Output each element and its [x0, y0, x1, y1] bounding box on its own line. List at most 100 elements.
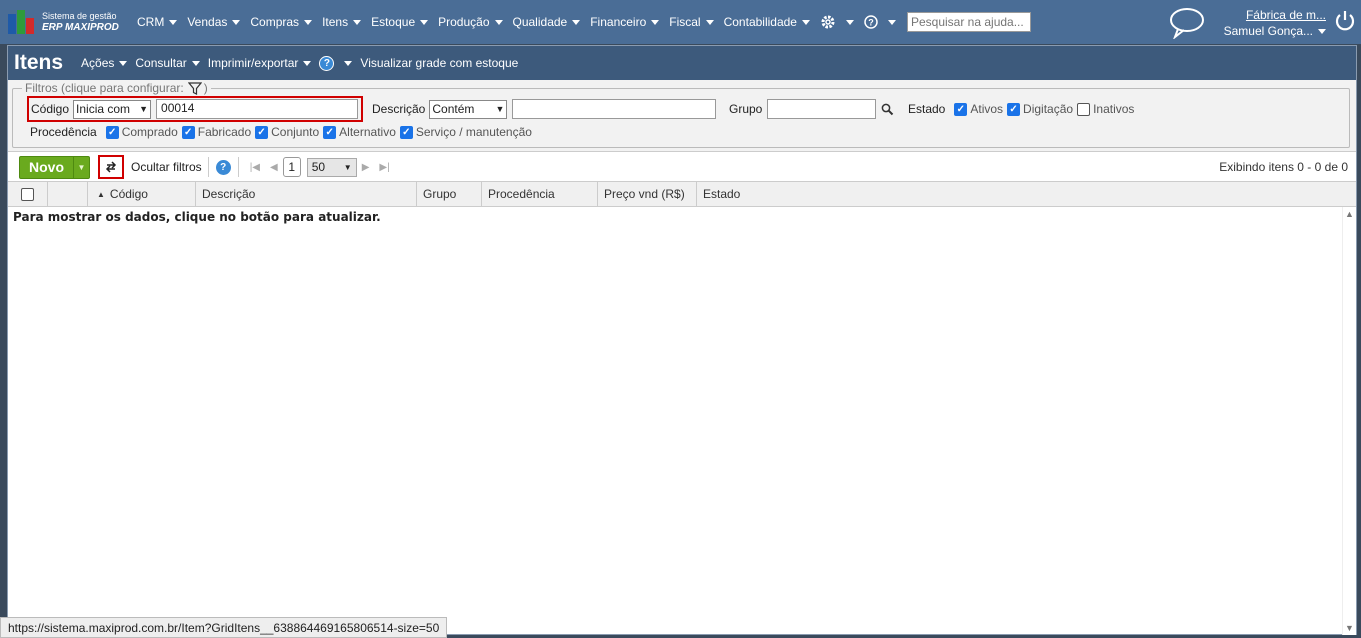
proc-comprado-label: Comprado: [121, 125, 178, 139]
chevron-down-icon: [572, 19, 581, 25]
codigo-mode-select[interactable]: Inicia com ▼: [73, 99, 152, 119]
empty-grid-message: Para mostrar os dados, clique no botão p…: [13, 210, 381, 224]
nav-estoque[interactable]: Estoque: [366, 15, 433, 29]
items-panel: Itens Ações Consultar Imprimir/exportar …: [7, 45, 1357, 635]
brand-line2: ERP MAXIPROD: [42, 22, 119, 33]
menu-visualizar-grade[interactable]: Visualizar grade com estoque: [360, 56, 518, 70]
nav-settings[interactable]: [815, 14, 859, 30]
first-page-icon[interactable]: |◀: [250, 162, 260, 173]
page-titlebar: Itens Ações Consultar Imprimir/exportar …: [8, 46, 1356, 80]
menu-consultar[interactable]: Consultar: [135, 56, 200, 70]
chevron-down-icon: [651, 19, 660, 25]
brand-line1: Sistema de gestão: [42, 11, 117, 21]
proc-comprado-checkbox[interactable]: ✓: [105, 125, 119, 139]
descricao-label: Descrição: [372, 102, 426, 116]
chevron-down-icon: ▼: [77, 162, 86, 172]
chevron-down-icon: [304, 19, 313, 25]
proc-conjunto-checkbox[interactable]: ✓: [255, 125, 269, 139]
search-icon[interactable]: [881, 103, 894, 116]
sort-asc-icon: ▲: [97, 189, 105, 199]
proc-conjunto-label: Conjunto: [271, 125, 320, 139]
proc-alternativo-checkbox[interactable]: ✓: [323, 125, 337, 139]
filters-area: Filtros (clique para configurar: ) Códig…: [8, 80, 1356, 152]
chat-icon[interactable]: [1168, 7, 1206, 39]
browser-status-url: https://sistema.maxiprod.com.br/Item?Gri…: [0, 617, 448, 638]
nav-crm[interactable]: CRM: [132, 15, 182, 29]
novo-button[interactable]: Novo ▼: [19, 155, 90, 179]
nav-fiscal[interactable]: Fiscal: [664, 15, 718, 29]
scroll-down-icon[interactable]: ▼: [1345, 623, 1354, 633]
estado-inativos-checkbox[interactable]: [1077, 102, 1091, 116]
items-count: Exibindo itens 0 - 0 de 0: [1219, 160, 1348, 174]
filters-legend[interactable]: Filtros (clique para configurar: ): [22, 81, 211, 95]
select-all-cell: [8, 182, 48, 206]
proc-servico-checkbox[interactable]: ✓: [399, 125, 413, 139]
chevron-down-icon: [353, 19, 362, 25]
brand-logo[interactable]: Sistema de gestão ERP MAXIPROD: [8, 10, 128, 34]
page-size-select[interactable]: 50 ▼: [306, 157, 357, 177]
chevron-down-icon: [887, 19, 896, 25]
nav-itens[interactable]: Itens: [317, 15, 366, 29]
refresh-button[interactable]: [98, 155, 124, 179]
proc-fabricado-checkbox[interactable]: ✓: [181, 125, 195, 139]
user-menu[interactable]: Samuel Gonça...: [1220, 24, 1326, 38]
refresh-icon: [105, 161, 117, 173]
maxiprod-logo-icon: [8, 10, 38, 34]
menu-imprimir-exportar[interactable]: Imprimir/exportar: [208, 56, 312, 70]
novo-dropdown[interactable]: ▼: [73, 156, 89, 178]
help-icon[interactable]: ?: [214, 158, 232, 176]
gear-icon: [821, 15, 835, 29]
hide-filters-button[interactable]: Ocultar filtros: [131, 160, 202, 174]
chevron-down-icon: [119, 60, 128, 66]
company-link[interactable]: Fábrica de m...: [1220, 8, 1326, 22]
help-search-input[interactable]: [906, 12, 1031, 32]
col-codigo[interactable]: ▲ Código: [88, 182, 196, 206]
descricao-input[interactable]: [512, 99, 717, 119]
chevron-down-icon: [191, 60, 200, 66]
proc-servico-label: Serviço / manutenção: [415, 125, 532, 139]
scroll-up-icon[interactable]: ▲: [1345, 209, 1354, 219]
estado-digitacao-checkbox[interactable]: ✓: [1007, 102, 1021, 116]
help-icon: ?: [864, 15, 878, 29]
col-grupo[interactable]: Grupo: [417, 182, 482, 206]
prev-page-icon[interactable]: ◀: [270, 162, 278, 173]
col-preco-vnd[interactable]: Preço vnd (R$): [598, 182, 697, 206]
codigo-input[interactable]: 00014: [156, 99, 359, 119]
chevron-down-icon: ▼: [343, 162, 352, 172]
nav-vendas[interactable]: Vendas: [182, 15, 245, 29]
actions-column: [48, 182, 88, 206]
nav-compras[interactable]: Compras: [245, 15, 317, 29]
nav-contabilidade[interactable]: Contabilidade: [719, 15, 815, 29]
descricao-mode-select[interactable]: Contém ▼: [429, 99, 508, 119]
chevron-down-icon: [1318, 28, 1326, 34]
vertical-scrollbar[interactable]: ▲ ▼: [1342, 207, 1356, 635]
select-all-checkbox[interactable]: [21, 187, 34, 201]
nav-qualidade[interactable]: Qualidade: [508, 15, 586, 29]
next-page-icon[interactable]: ▶: [362, 162, 370, 173]
chevron-down-icon: ▼: [495, 104, 505, 114]
chevron-down-icon: [420, 19, 429, 25]
power-icon[interactable]: [1334, 9, 1356, 31]
last-page-icon[interactable]: ▶|: [379, 162, 389, 173]
nav-help[interactable]: ?: [859, 15, 901, 29]
col-procedencia[interactable]: Procedência: [482, 182, 598, 206]
menu-help[interactable]: ?: [319, 55, 353, 71]
nav-financeiro[interactable]: Financeiro: [585, 15, 664, 29]
estado-ativos-checkbox[interactable]: ✓: [954, 102, 968, 116]
filter-icon: [187, 81, 202, 95]
nav-producao[interactable]: Produção: [433, 15, 507, 29]
menu-acoes[interactable]: Ações: [81, 56, 128, 70]
main-nav: CRM Vendas Compras Itens Estoque Produçã…: [132, 12, 1031, 32]
help-icon: ?: [319, 55, 335, 71]
svg-text:?: ?: [868, 18, 874, 28]
proc-fabricado-label: Fabricado: [197, 125, 252, 139]
codigo-label: Código: [31, 102, 70, 116]
col-estado[interactable]: Estado: [697, 182, 1356, 206]
page-number[interactable]: 1: [282, 157, 301, 177]
procedencia-label: Procedência: [30, 125, 97, 139]
grupo-label: Grupo: [729, 102, 763, 116]
col-descricao[interactable]: Descrição: [196, 182, 417, 206]
estado-label: Estado: [908, 102, 946, 116]
toolbar-separator: [237, 157, 239, 177]
grupo-input[interactable]: [767, 99, 877, 119]
